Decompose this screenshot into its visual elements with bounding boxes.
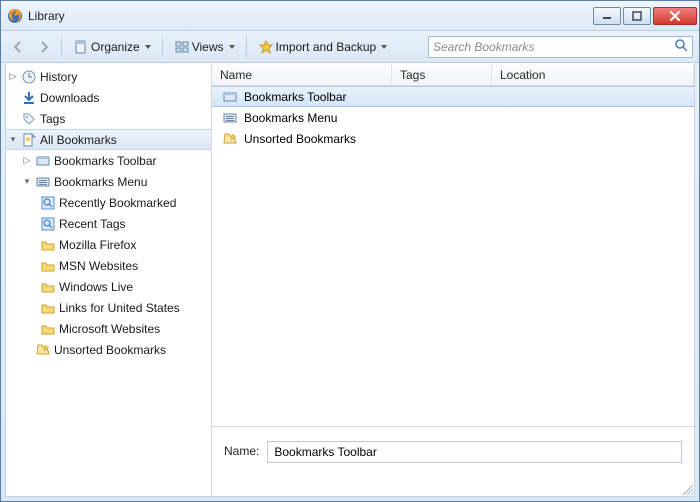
tree-label: MSN Websites [59,259,138,273]
name-field-label: Name: [224,441,259,458]
tree-item-microsoft-websites[interactable]: Microsoft Websites [6,318,211,339]
tree-label: Microsoft Websites [59,322,160,336]
tree-label: Downloads [40,91,99,105]
tag-icon [21,111,37,127]
organize-label: Organize [91,40,140,54]
menu-folder-icon [222,110,238,126]
column-tags[interactable]: Tags [392,64,492,85]
tree-item-bookmarks-menu[interactable]: ▾ Bookmarks Menu [6,171,211,192]
tree-label: Tags [40,112,65,126]
import-backup-label: Import and Backup [276,40,377,54]
tree-label: Windows Live [59,280,133,294]
toolbar-folder-icon [222,89,238,105]
clock-icon [21,69,37,85]
window-title: Library [28,9,593,23]
tree-item-all-bookmarks[interactable]: ▾ All Bookmarks [6,129,211,150]
folder-icon [40,258,56,274]
chevron-down-icon [381,45,387,49]
expander-icon: ▾ [8,134,18,145]
chevron-down-icon [145,45,151,49]
sidebar: ▷ History Downloads [6,64,212,496]
unsorted-icon [35,342,51,358]
tree-item-unsorted-bookmarks[interactable]: Unsorted Bookmarks [6,339,211,360]
details-pane: Name: [212,426,694,496]
tree-label: Bookmarks Menu [54,175,147,189]
search-placeholder: Search Bookmarks [433,40,674,54]
expander-icon: ▾ [22,176,32,187]
tree-item-tags[interactable]: Tags [6,108,211,129]
search-folder-icon [40,195,56,211]
list-item-name: Unsorted Bookmarks [244,132,356,146]
back-button[interactable] [7,36,29,58]
list-item-name: Bookmarks Menu [244,111,337,125]
library-window: Library Organize [0,0,700,502]
tree-item-links-us[interactable]: Links for United States [6,297,211,318]
list-row[interactable]: Bookmarks Toolbar [212,86,694,107]
tree-item-downloads[interactable]: Downloads [6,87,211,108]
tree-label: Recent Tags [59,217,126,231]
search-folder-icon [40,216,56,232]
content-area: ▷ History Downloads [5,63,695,497]
folder-icon [40,300,56,316]
download-icon [21,90,37,106]
tree-label: Unsorted Bookmarks [54,343,166,357]
separator [246,37,247,57]
main-panel: Name Tags Location Bookmarks Toolbar Boo… [212,64,694,496]
menu-folder-icon [35,174,51,190]
resize-grip[interactable] [680,482,694,496]
tree-label: All Bookmarks [40,133,117,147]
folder-icon [40,279,56,295]
views-menu[interactable]: Views [169,37,240,57]
folder-icon [40,321,56,337]
firefox-icon [7,8,23,24]
tree-label: Bookmarks Toolbar [54,154,157,168]
unsorted-icon [222,131,238,147]
minimize-button[interactable] [593,7,621,25]
tree-label: Recently Bookmarked [59,196,176,210]
toolbar: Organize Views Import and Backup Search … [1,31,699,63]
search-input[interactable]: Search Bookmarks [428,36,693,58]
close-button[interactable] [653,7,697,25]
tree-item-windows-live[interactable]: Windows Live [6,276,211,297]
search-icon [674,38,688,55]
tree-item-recent-tags[interactable]: Recent Tags [6,213,211,234]
name-field[interactable] [267,441,682,463]
tree-item-history[interactable]: ▷ History [6,66,211,87]
tree-item-recently-bookmarked[interactable]: Recently Bookmarked [6,192,211,213]
star-icon [258,39,274,55]
organize-icon [73,39,89,55]
views-label: Views [192,40,224,54]
tree-label: Links for United States [59,301,180,315]
column-location[interactable]: Location [492,64,694,85]
expander-icon: ▷ [22,155,32,166]
organize-menu[interactable]: Organize [68,37,156,57]
chevron-down-icon [229,45,235,49]
tree-label: Mozilla Firefox [59,238,136,252]
tree-item-mozilla-firefox[interactable]: Mozilla Firefox [6,234,211,255]
separator [61,37,62,57]
list-row[interactable]: Bookmarks Menu [212,107,694,128]
expander-icon: ▷ [8,71,18,82]
bookmarks-icon [21,132,37,148]
column-headers: Name Tags Location [212,64,694,86]
maximize-button[interactable] [623,7,651,25]
bookmark-list: Bookmarks Toolbar Bookmarks Menu Unsorte… [212,86,694,426]
forward-button[interactable] [33,36,55,58]
tree-item-msn-websites[interactable]: MSN Websites [6,255,211,276]
titlebar: Library [1,1,699,31]
folder-icon [40,237,56,253]
import-backup-menu[interactable]: Import and Backup [253,37,393,57]
views-icon [174,39,190,55]
column-name[interactable]: Name [212,64,392,85]
tree-item-bookmarks-toolbar[interactable]: ▷ Bookmarks Toolbar [6,150,211,171]
toolbar-folder-icon [35,153,51,169]
window-controls [593,7,697,25]
places-tree: ▷ History Downloads [6,64,211,362]
separator [162,37,163,57]
list-item-name: Bookmarks Toolbar [244,90,347,104]
list-row[interactable]: Unsorted Bookmarks [212,128,694,149]
tree-label: History [40,70,77,84]
